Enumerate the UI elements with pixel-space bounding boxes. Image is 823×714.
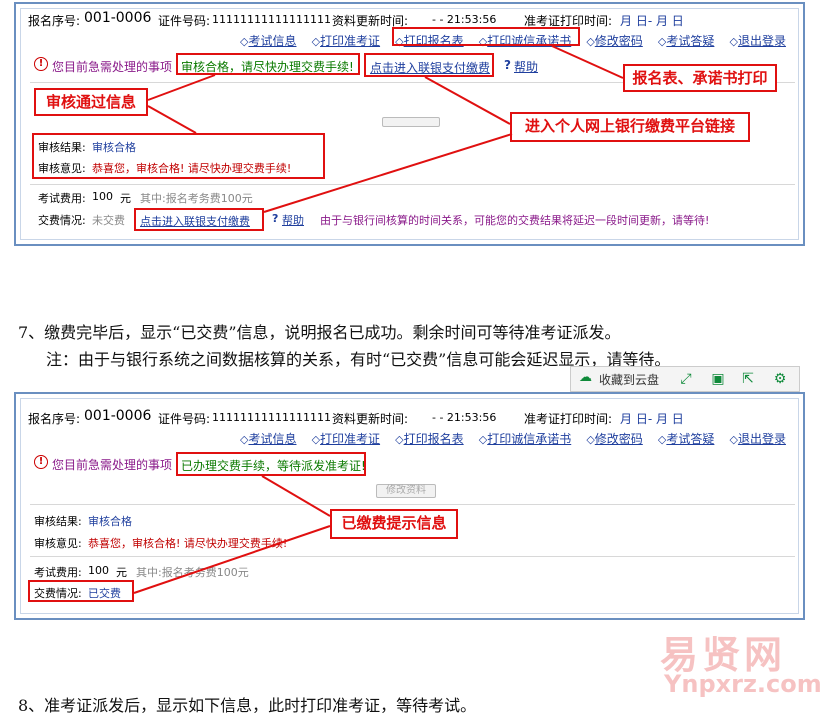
share-icon[interactable]: ⇱ [739,370,757,388]
audit-opinion-value: 恭喜您，审核合格! 请尽快办理交费手续! [92,162,292,175]
audit-opinion-label: 审核意见: [38,162,86,175]
pending-label: 您目前急需处理的事项 [52,60,173,74]
id-no-value: 11111111111111111 [212,13,331,26]
id-no-label: 证件号码: [158,14,211,28]
nav-exam-faq[interactable]: 考试答疑 [666,34,714,48]
help2-icon: ? [272,212,279,225]
watermark-en: Ynpxrz.com [664,670,822,698]
reg-no-label: 报名序号: [28,412,81,426]
nav-bullet-icon: ◇ [729,35,738,48]
audit-result-label: 审核结果: [34,515,82,528]
alert-icon: ! [34,455,48,469]
nav-bullet-icon: ◇ [586,35,595,48]
pending-msg: 已办理交费手续，等待派发准考证! [181,459,366,473]
audit-result-value: 审核合格 [92,141,136,154]
fee-unit: 元 [120,192,131,205]
fee-label: 考试费用: [34,566,82,579]
update-time-label: 资料更新时间: [332,412,409,426]
alert-icon: ! [34,57,48,71]
step8-line1: 8、准考证派发后，显示如下信息，此时打印准考证，等待考试。 [18,696,477,714]
nav-logout[interactable]: 退出登录 [738,34,786,48]
cloud-icon: ☁ [579,370,592,385]
nav-bullet-icon: ◇ [729,433,738,446]
callout-audit-pass: 审核通过信息 [34,88,148,116]
edit-info-button[interactable]: 修改资料 [376,484,436,498]
divider [30,556,795,557]
pay-link2[interactable]: 点击进入联银支付缴费 [140,213,250,229]
pay-status-label: 交费情况: [34,587,82,600]
print-time-value: 月 日- 月 日 [620,14,684,28]
reg-no-value: 001-0006 [84,408,152,424]
save-icon[interactable]: ▣ [709,370,727,388]
gear-icon[interactable]: ⚙ [771,370,789,388]
nav-bullet-icon: ◇ [586,433,595,446]
print-forms-highlight [392,27,580,46]
help-link[interactable]: 帮助 [514,58,538,75]
print-time-value: 月 日- 月 日 [620,412,684,426]
audit-opinion-label: 审核意见: [34,537,82,550]
fee-detail: 其中:报名考务费100元 [136,566,249,579]
save-cloud-button[interactable]: 收藏到云盘 [599,371,659,388]
cloud-toolbar: ☁ 收藏到云盘 ⤢ ▣ ⇱ ⚙ [570,366,800,392]
nav-change-password[interactable]: 修改密码 [595,432,643,446]
nav-change-password[interactable]: 修改密码 [595,34,643,48]
divider [30,504,795,505]
callout-print-forms: 报名表、承诺书打印 [623,64,777,92]
pay-status-value: 已交费 [88,587,121,600]
help2-link[interactable]: 帮助 [282,212,304,228]
nav-print-admission[interactable]: 打印准考证 [320,34,380,48]
nav-bullet-icon: ◇ [311,433,321,446]
nav-exam-info[interactable]: 考试信息 [248,34,296,48]
help-icon: ? [504,58,511,72]
nav-logout[interactable]: 退出登录 [738,432,786,446]
id-no-label: 证件号码: [158,412,211,426]
audit-result-label: 审核结果: [38,141,86,154]
update-time-value: - - 21:53:56 [432,411,497,424]
callout-bank-link: 进入个人网上银行缴费平台链接 [510,112,750,142]
callout-paid-hint: 已缴费提示信息 [330,509,458,539]
nav-exam-faq[interactable]: 考试答疑 [666,432,714,446]
nav-bullet-icon: ◇ [311,35,321,48]
print-time-label: 准考证打印时间: [524,412,613,426]
divider [30,184,795,185]
nav-bullet-icon: ◇ [395,433,404,446]
bottom-nav: ◇考试信息 ◇打印准考证 ◇打印报名表 ◇打印诚信承诺书 ◇修改密码 ◇考试答疑… [240,428,786,447]
id-no-value: 11111111111111111 [212,411,331,424]
pay-status-value: 未交费 [92,214,125,227]
fee-label: 考试费用: [38,192,86,205]
pay-link[interactable]: 点击进入联银支付缴费 [370,59,490,76]
fee-value: 100 [88,564,109,577]
nav-exam-info[interactable]: 考试信息 [248,432,296,446]
step7-line1: 7、缴费完毕后，显示“已交费”信息，说明报名已成功。剩余时间可等待准考证派发。 [18,323,621,342]
nav-print-registration[interactable]: 打印报名表 [404,432,464,446]
delay-note: 由于与银行间核算的时间关系，可能您的交费结果将延迟一段时间更新，请等待! [320,214,710,227]
ghost-button[interactable] [382,117,440,127]
pending-msg: 审核合格，请尽快办理交费手续! [181,60,354,74]
audit-opinion-value: 恭喜您，审核合格! 请尽快办理交费手续! [88,537,288,550]
audit-result-value: 审核合格 [88,515,132,528]
reg-no-value: 001-0006 [84,10,152,26]
update-time-value: - - 21:53:56 [432,13,497,26]
expand-icon[interactable]: ⤢ [677,370,695,388]
fee-unit: 元 [116,566,127,579]
nav-print-admission[interactable]: 打印准考证 [320,432,380,446]
reg-no-label: 报名序号: [28,14,81,28]
fee-detail: 其中:报名考务费100元 [140,192,253,205]
fee-value: 100 [92,190,113,203]
pending-label: 您目前急需处理的事项 [52,458,173,472]
nav-bullet-icon: ◇ [478,433,488,446]
nav-print-pledge[interactable]: 打印诚信承诺书 [487,432,571,446]
pay-status-label: 交费情况: [38,214,86,227]
